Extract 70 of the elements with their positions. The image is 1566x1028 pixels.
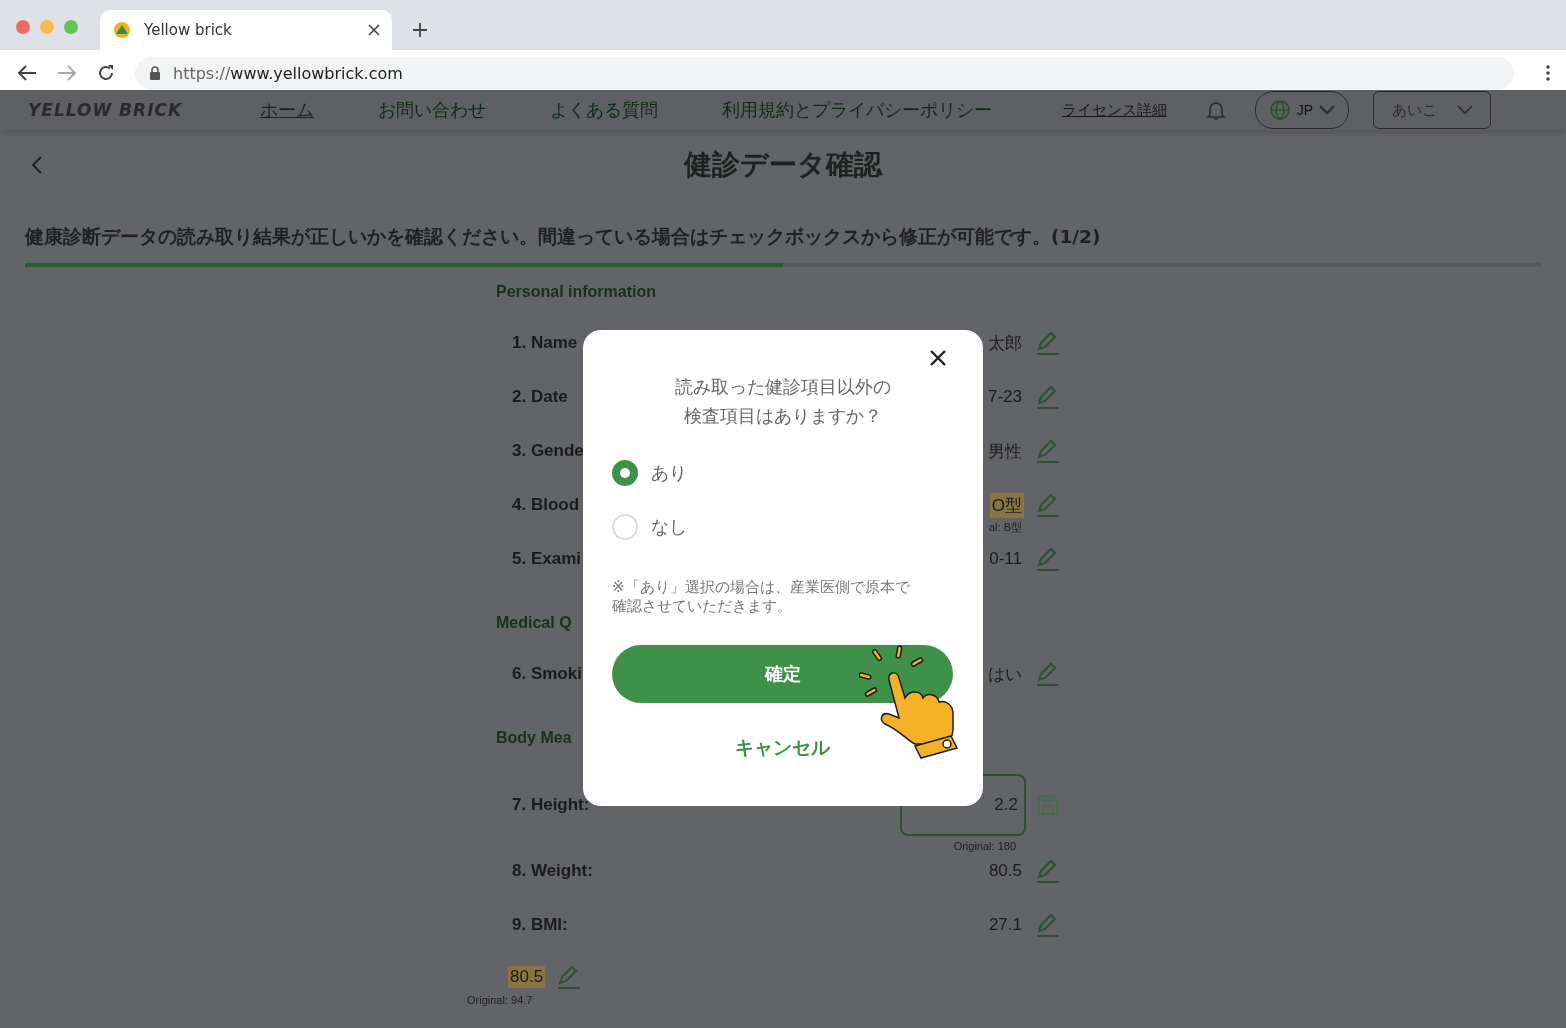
close-tab-icon[interactable]	[368, 24, 380, 36]
field-label: 7. Height:	[512, 795, 590, 815]
dialog-note: ※「あり」選択の場合は、産業医側で原本で確認させていただきます。	[612, 578, 911, 616]
edit-icon[interactable]	[1034, 661, 1060, 687]
field-value: 太郎	[987, 332, 1023, 355]
field-value: 0-11	[988, 548, 1023, 570]
original-value: Original: 94.7	[467, 994, 533, 1006]
logo-icon	[112, 20, 132, 40]
maximize-window-button[interactable]	[64, 20, 78, 34]
edit-icon[interactable]	[1034, 912, 1060, 938]
lock-icon	[149, 66, 161, 80]
back-icon[interactable]	[17, 64, 37, 82]
instruction-text: 健康診断データの読み取り結果が正しいかを確認ください。間違っている場合はチェックボックスから修正が可能です。(1/2)	[25, 225, 1102, 249]
section-title: Personal information	[496, 283, 657, 302]
menu-icon[interactable]	[1546, 65, 1550, 81]
original-value: Original: 180	[953, 840, 1016, 852]
field-label: 5. Exami	[512, 549, 581, 569]
close-icon[interactable]	[929, 349, 947, 367]
forward-icon[interactable]	[57, 64, 77, 82]
nav-link[interactable]: お問い合わせ	[378, 98, 486, 122]
nav-link[interactable]: ホーム	[260, 98, 314, 122]
field-value: 80.5	[987, 860, 1023, 882]
chevron-down-icon	[1319, 105, 1336, 115]
edit-icon[interactable]	[1034, 438, 1060, 464]
nav-link[interactable]: 利用規約とプライバシーポリシー	[722, 98, 992, 122]
cancel-button[interactable]: キャンセル	[727, 731, 838, 765]
edit-icon[interactable]	[555, 964, 582, 990]
nav-link[interactable]: よくある質問	[550, 98, 658, 122]
license-link[interactable]: ライセンス詳細	[1062, 100, 1167, 120]
page-title: 健診データ確認	[684, 147, 882, 183]
field-value: はい	[987, 663, 1023, 686]
save-icon[interactable]	[1036, 793, 1060, 817]
bell-icon[interactable]	[1205, 99, 1227, 121]
edit-icon[interactable]	[1034, 330, 1060, 356]
back-chevron-icon[interactable]	[31, 155, 43, 175]
globe-icon	[1268, 99, 1291, 121]
logo[interactable]: YELLOW BRICK	[28, 100, 260, 120]
minimize-window-button[interactable]	[40, 20, 54, 34]
option-label[interactable]: なし	[651, 515, 687, 539]
field-label: 1. Name	[512, 333, 578, 353]
field-value: 7-23	[986, 386, 1023, 408]
chevron-down-icon	[1456, 105, 1473, 115]
tab-title: Yellow brick	[144, 21, 233, 39]
field-value: O型	[989, 492, 1024, 518]
close-window-button[interactable]	[16, 20, 30, 34]
dialog-question: 読み取った健診項目以外の 検査項目はありますか？	[674, 375, 891, 428]
section-title: Body Mea	[496, 729, 572, 748]
confirm-button[interactable]: 確定	[612, 645, 953, 703]
edit-icon[interactable]	[1034, 492, 1060, 518]
browser-tab[interactable]: Yellow brick	[100, 10, 392, 50]
radio-button[interactable]	[612, 460, 638, 486]
field-value: 男性	[987, 440, 1023, 463]
option-label[interactable]: あり	[651, 461, 687, 485]
field-label: 2. Date	[512, 387, 568, 407]
field-value: 80.5	[508, 966, 546, 988]
edit-icon[interactable]	[1034, 858, 1060, 884]
field-label: 6. Smoki	[512, 664, 582, 684]
field-label: 8. Weight:	[512, 861, 593, 881]
field-label: 4. Blood	[512, 495, 580, 515]
language-selector[interactable]: JP	[1255, 91, 1349, 129]
edit-icon[interactable]	[1034, 384, 1060, 410]
field-label: 9. BMI:	[512, 915, 568, 935]
original-value: al: B型	[989, 520, 1022, 535]
field-label: 3. Gende	[512, 441, 584, 461]
section-title: Medical Q	[496, 614, 572, 633]
address-field[interactable]: https://www.yellowbrick.com	[135, 57, 1514, 89]
edit-icon[interactable]	[1034, 546, 1060, 572]
new-tab-icon[interactable]	[412, 22, 428, 38]
field-value: 27.1	[987, 914, 1023, 936]
reload-icon[interactable]	[97, 64, 115, 82]
